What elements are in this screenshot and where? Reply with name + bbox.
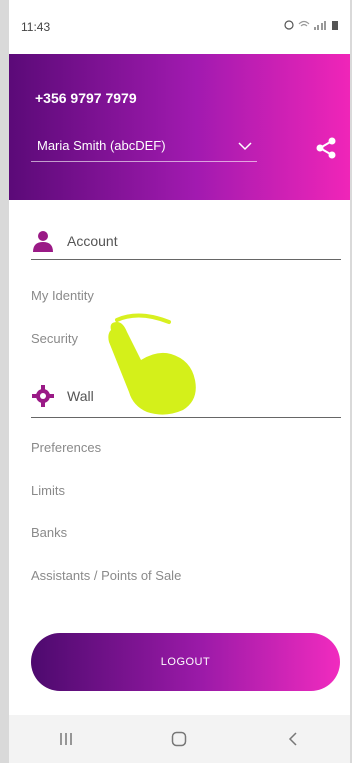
status-time: 11:43: [21, 20, 51, 34]
tap-hint-hand-icon: [108, 313, 196, 415]
account-section: Account: [31, 222, 341, 260]
signal-icon: [314, 21, 326, 30]
recents-button[interactable]: [46, 719, 86, 759]
menu-item-my-identity[interactable]: My Identity: [31, 288, 94, 303]
menu-item-preferences[interactable]: Preferences: [31, 440, 101, 455]
menu-item-banks[interactable]: Banks: [31, 525, 67, 540]
android-nav-bar: [9, 715, 350, 763]
person-icon: [33, 230, 53, 252]
logout-button[interactable]: LOGOUT: [31, 633, 340, 691]
phone-screen: 11:43 +356 9797 7979 Maria Smith (abcDEF…: [9, 0, 350, 763]
logout-label: LOGOUT: [160, 656, 211, 668]
menu-item-security[interactable]: Security: [31, 331, 78, 346]
account-dropdown[interactable]: Maria Smith (abcDEF): [31, 130, 257, 162]
home-button[interactable]: [159, 719, 199, 759]
status-bar: 11:43: [9, 0, 350, 54]
status-icons: [284, 20, 338, 30]
wifi-icon: [298, 20, 310, 27]
recents-icon: [60, 733, 72, 745]
menu-item-limits[interactable]: Limits: [31, 483, 65, 498]
phone-number: +356 9797 7979: [35, 90, 137, 106]
account-section-title: Account: [67, 232, 118, 249]
menu-item-assistants[interactable]: Assistants / Points of Sale: [31, 568, 181, 583]
back-button[interactable]: [273, 719, 313, 759]
gear-icon: [32, 384, 54, 407]
account-name: Maria Smith (abcDEF): [37, 138, 166, 153]
battery-icon: [332, 21, 338, 30]
alarm-icon: [284, 20, 294, 30]
wallet-section-title: Wall: [67, 387, 94, 404]
back-icon: [289, 732, 297, 746]
chevron-down-icon: [238, 141, 252, 150]
home-icon: [172, 731, 187, 747]
share-icon[interactable]: [314, 136, 338, 160]
profile-header: +356 9797 7979 Maria Smith (abcDEF): [9, 54, 350, 200]
account-section-header: Account: [31, 222, 341, 260]
